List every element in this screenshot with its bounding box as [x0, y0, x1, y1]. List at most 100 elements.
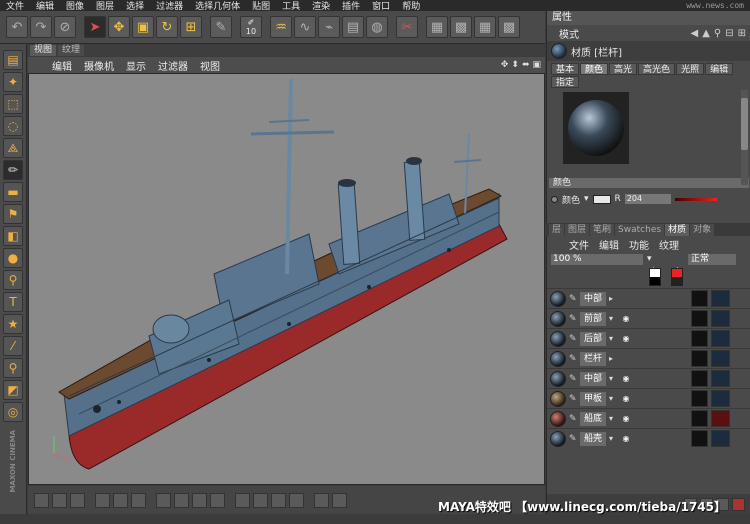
- transform-icon[interactable]: ⊞: [180, 16, 202, 38]
- visibility-icon[interactable]: [620, 294, 632, 303]
- tab-texture[interactable]: 纹理: [58, 44, 85, 56]
- redo-icon[interactable]: ↷: [30, 16, 52, 38]
- tab-specular[interactable]: 高光: [609, 63, 638, 75]
- specular-texture-thumb[interactable]: [711, 290, 730, 307]
- quickmask-icon[interactable]: ◎: [3, 402, 23, 422]
- tab-materials[interactable]: 材质: [665, 224, 690, 236]
- brush-size-icon[interactable]: ✐ 10: [240, 16, 262, 38]
- attributes-mode-label[interactable]: 模式: [559, 26, 579, 41]
- checker-icon-2[interactable]: ▩: [450, 16, 472, 38]
- tab-basic[interactable]: 基本: [551, 63, 580, 75]
- select-icon[interactable]: ➤: [84, 16, 106, 38]
- viewport-menu-filter[interactable]: 过滤器: [152, 58, 194, 73]
- polygon-select-icon[interactable]: ⟁: [3, 138, 23, 158]
- color-channel-swatch[interactable]: [649, 268, 661, 286]
- checker-icon-3[interactable]: ▦: [474, 16, 496, 38]
- 3d-viewport[interactable]: [28, 73, 545, 485]
- specular-texture-thumb[interactable]: [711, 410, 730, 427]
- edit-icon[interactable]: ✎: [569, 414, 577, 424]
- color-texture-thumb[interactable]: [691, 330, 708, 347]
- tab-view[interactable]: 视图: [30, 44, 57, 56]
- layout-icon[interactable]: ▤: [3, 50, 23, 70]
- checker-icon-4[interactable]: ▩: [498, 16, 520, 38]
- color-texture-thumb[interactable]: [691, 350, 708, 367]
- bottom-tool-3[interactable]: [70, 492, 85, 508]
- viewport-menu-edit[interactable]: 编辑: [46, 58, 78, 73]
- magic-wand-icon[interactable]: ✦: [3, 72, 23, 92]
- color-texture-thumb[interactable]: [691, 430, 708, 447]
- material-row[interactable]: ✎ 后部 ▾ ◉: [547, 328, 750, 348]
- specular-texture-thumb[interactable]: [711, 310, 730, 327]
- fill-icon[interactable]: ▤: [342, 16, 364, 38]
- bottom-tool-15[interactable]: [314, 492, 329, 508]
- bottom-tool-10[interactable]: [210, 492, 225, 508]
- bottom-tool-7[interactable]: [156, 492, 171, 508]
- edit-icon[interactable]: ✎: [569, 434, 577, 444]
- tab-swatches[interactable]: Swatches: [615, 224, 665, 236]
- scale-icon[interactable]: ▣: [132, 16, 154, 38]
- viewport-menu-view[interactable]: 视图: [194, 58, 226, 73]
- edit-icon[interactable]: ✎: [569, 314, 577, 324]
- lock-icon[interactable]: ⊟: [725, 28, 733, 39]
- expand-icon[interactable]: ▾: [609, 334, 617, 343]
- move-view-icon[interactable]: ✥: [501, 60, 509, 70]
- disabled-icon[interactable]: ⊘: [54, 16, 76, 38]
- magnify-icon[interactable]: ⚲: [3, 270, 23, 290]
- bottom-tool-14[interactable]: [289, 492, 304, 508]
- expand-icon[interactable]: ▾: [609, 374, 617, 383]
- tab-illumination[interactable]: 光照: [676, 63, 705, 75]
- tab-layer[interactable]: 图层: [565, 224, 590, 236]
- material-row[interactable]: ✎ 中部 ▾ ◉: [547, 368, 750, 388]
- bottom-tool-5[interactable]: [113, 492, 128, 508]
- color-swatch[interactable]: [592, 194, 611, 204]
- clone-icon[interactable]: ⌁: [318, 16, 340, 38]
- visibility-icon[interactable]: ◉: [620, 434, 632, 443]
- material-row[interactable]: ✎ 甲板 ▾ ◉: [547, 388, 750, 408]
- specular-texture-thumb[interactable]: [711, 390, 730, 407]
- opacity-field[interactable]: 100 %: [551, 253, 643, 265]
- bottom-tool-16[interactable]: [332, 492, 347, 508]
- color-texture-thumb[interactable]: [691, 410, 708, 427]
- stamp-icon[interactable]: ⚑: [3, 204, 23, 224]
- bottom-tool-13[interactable]: [271, 492, 286, 508]
- bottom-tool-2[interactable]: [52, 492, 67, 508]
- bottom-tool-12[interactable]: [253, 492, 268, 508]
- zoom-icon[interactable]: ⬌: [522, 60, 530, 70]
- edit-icon[interactable]: ✎: [569, 394, 577, 404]
- specular-texture-thumb[interactable]: [711, 330, 730, 347]
- expand-icon[interactable]: ▾: [609, 314, 617, 323]
- picker-icon[interactable]: ⁄: [3, 336, 23, 356]
- materials-menu-function[interactable]: 功能: [629, 237, 649, 252]
- search-icon[interactable]: ⚲: [714, 28, 721, 39]
- material-row[interactable]: ✎ 船壳 ▾ ◉: [547, 428, 750, 448]
- fill-object-icon[interactable]: ◍: [366, 16, 388, 38]
- visibility-icon[interactable]: [620, 354, 632, 363]
- drop-icon[interactable]: ●: [3, 248, 23, 268]
- tab-editor[interactable]: 编辑: [705, 63, 734, 75]
- material-row[interactable]: ✎ 栏杆 ▸: [547, 348, 750, 368]
- brush-icon[interactable]: ✏: [3, 160, 23, 180]
- edit-icon[interactable]: ✎: [569, 334, 577, 344]
- opacity-dropdown-icon[interactable]: ▾: [647, 254, 652, 264]
- visibility-icon[interactable]: ◉: [620, 394, 632, 403]
- tab-brushes[interactable]: 笔刷: [590, 224, 615, 236]
- visibility-icon[interactable]: ◉: [620, 374, 632, 383]
- bottom-tool-4[interactable]: [95, 492, 110, 508]
- bottom-tool-1[interactable]: [34, 492, 49, 508]
- color-texture-thumb[interactable]: [691, 290, 708, 307]
- edit-icon[interactable]: ✎: [569, 354, 577, 364]
- paint-icon[interactable]: ♒: [270, 16, 292, 38]
- move-icon[interactable]: ✥: [108, 16, 130, 38]
- eyedropper-icon[interactable]: ✎: [210, 16, 232, 38]
- r-value-field[interactable]: 204: [624, 194, 671, 204]
- color-enable-toggle[interactable]: [551, 195, 558, 203]
- tab-objects[interactable]: 对象: [690, 224, 715, 236]
- delete-material-button[interactable]: [732, 497, 745, 511]
- up-arrow-icon[interactable]: ▲: [702, 28, 710, 39]
- blend-mode-select[interactable]: 正常: [688, 253, 736, 265]
- new-window-icon[interactable]: ⊞: [738, 28, 746, 39]
- expand-icon[interactable]: ▾: [609, 394, 617, 403]
- material-row[interactable]: ✎ 中部 ▸: [547, 288, 750, 308]
- expand-icon[interactable]: ▾: [609, 414, 617, 423]
- color-texture-thumb[interactable]: [691, 310, 708, 327]
